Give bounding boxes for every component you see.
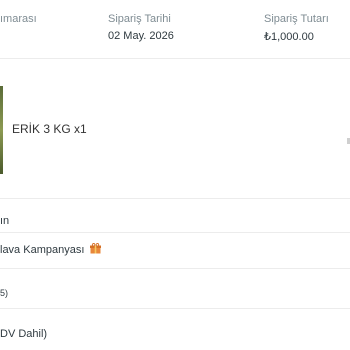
order-detail-panel: ımarası Sipariş Tarihi 02 May. 2026 Sipa… xyxy=(0,0,350,350)
order-total-value: ₺1,000.00 xyxy=(264,31,314,43)
order-number-label: ımarası xyxy=(0,13,37,25)
order-total-label: Sipariş Tutarı xyxy=(264,13,329,25)
campaign-label: lava Kampanyası xyxy=(0,244,85,256)
product-name[interactable]: ERİK 3 KG x1 xyxy=(12,122,87,136)
row-divider-1 xyxy=(0,232,350,233)
summary-row-1: ın xyxy=(0,215,10,227)
product-divider xyxy=(0,198,350,199)
product-image[interactable] xyxy=(0,86,3,174)
row-divider-3 xyxy=(0,308,350,309)
order-date-label: Sipariş Tarihi xyxy=(108,13,171,25)
row-divider-2 xyxy=(0,268,350,269)
header-divider xyxy=(0,58,350,59)
gift-icon xyxy=(90,243,102,254)
grand-total-label: DV Dahil) xyxy=(0,328,48,340)
campaign-row: lava Kampanyası xyxy=(0,243,102,256)
summary-row-3: 5) xyxy=(0,288,9,298)
order-date-value: 02 May. 2026 xyxy=(108,30,174,42)
